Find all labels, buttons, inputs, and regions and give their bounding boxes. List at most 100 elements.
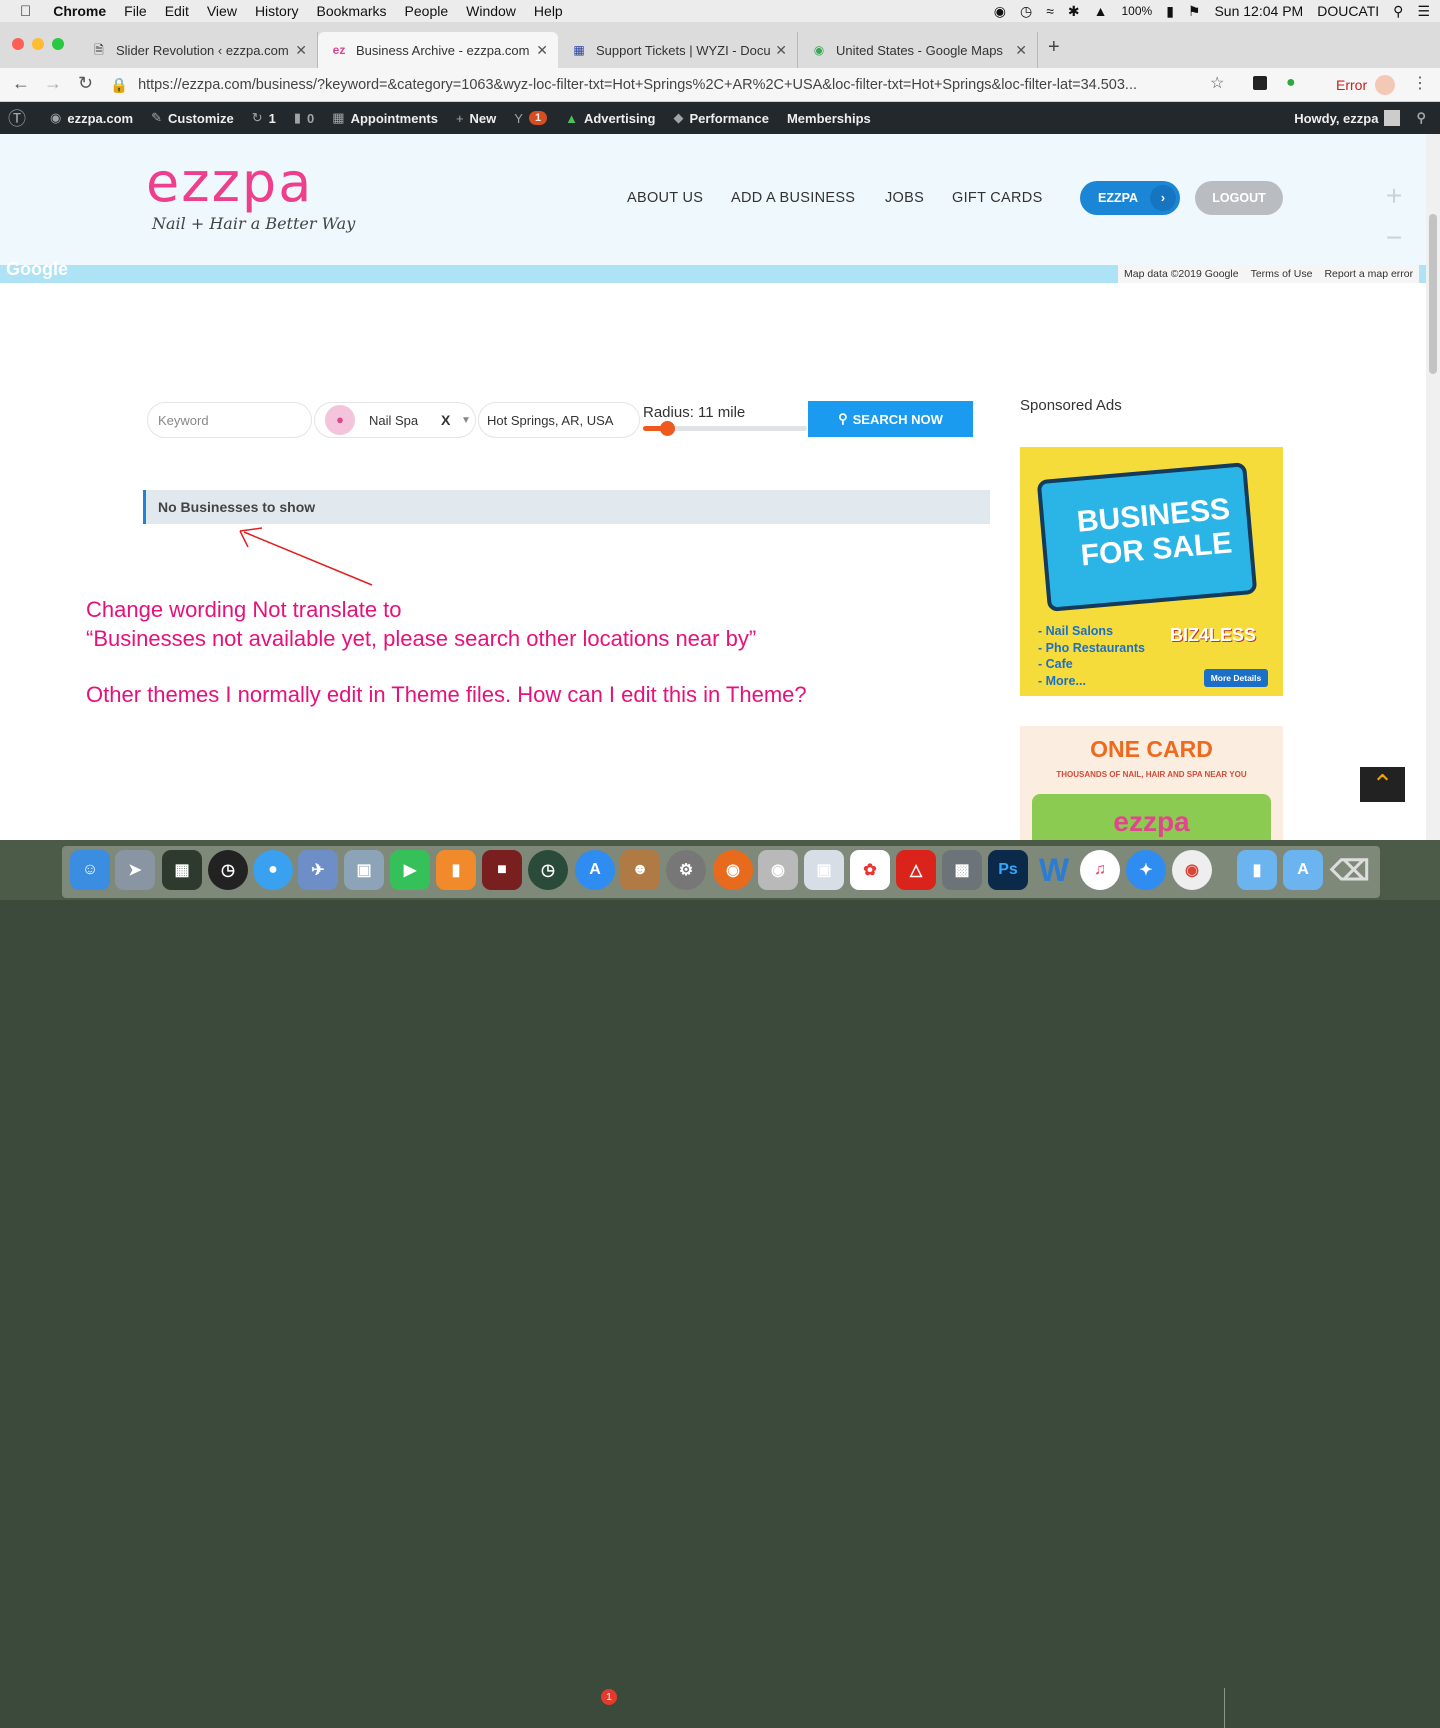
map-zoom-in-button[interactable]: + (1376, 180, 1412, 216)
time-machine-icon[interactable]: ◷ (1020, 3, 1032, 20)
map-zoom-out-button[interactable]: − (1376, 222, 1412, 258)
trash-icon[interactable]: ⌫ (1330, 850, 1370, 890)
tab-slider-revolution[interactable]: 🗎 Slider Revolution ‹ ezzpa.com ✕ (78, 32, 318, 68)
photoshop-icon[interactable]: Ps (988, 850, 1028, 890)
wp-comments-link[interactable]: ▮ 0 (294, 110, 314, 126)
wp-customize-link[interactable]: ✎ Customize (151, 110, 234, 126)
keychain-icon[interactable]: ◉ (758, 850, 798, 890)
terms-link[interactable]: Terms of Use (1251, 268, 1313, 280)
radius-slider-handle[interactable] (660, 421, 675, 436)
forward-icon[interactable]: → (44, 73, 62, 94)
close-icon[interactable]: ✕ (295, 42, 307, 59)
wp-advertising-link[interactable]: ▲ Advertising (565, 111, 655, 126)
wp-new-link[interactable]: + New (456, 111, 496, 126)
logout-button[interactable]: LOGOUT (1195, 181, 1283, 215)
tab-google-maps[interactable]: ◉ United States - Google Maps ✕ (798, 32, 1038, 68)
notification-center-icon[interactable]: ☰ (1417, 3, 1430, 20)
report-map-error-link[interactable]: Report a map error (1324, 268, 1413, 280)
page-scrollbar[interactable] (1426, 134, 1440, 840)
battery-icon[interactable]: ▮ (1166, 3, 1174, 20)
reload-icon[interactable]: ↻ (78, 73, 93, 94)
menu-app-name[interactable]: Chrome (53, 3, 106, 19)
word-icon[interactable]: W (1034, 850, 1074, 890)
preview-icon[interactable]: ✈ (298, 850, 338, 890)
extension-icon[interactable] (1253, 76, 1267, 90)
image-capture-icon[interactable]: ▣ (344, 850, 384, 890)
zoom-window-button[interactable] (52, 38, 64, 50)
bluetooth-icon[interactable]: ✱ (1068, 3, 1080, 20)
battery-percent[interactable]: 100% (1121, 4, 1152, 18)
apple-icon[interactable]:  (20, 3, 31, 20)
nav-about-us[interactable]: ABOUT US (627, 190, 703, 206)
wp-account-link[interactable]: Howdy, ezzpa ⚲ (1294, 110, 1426, 126)
clear-category-icon[interactable]: X (441, 412, 450, 428)
finder-icon[interactable]: ☺ (70, 850, 110, 890)
profile-error-button[interactable]: Error (1328, 73, 1403, 97)
new-tab-button[interactable]: + (1048, 36, 1060, 59)
wp-site-link[interactable]: ◉ ezzpa.com (50, 110, 133, 126)
wordpress-logo-icon[interactable]: Ⓣ (8, 105, 32, 131)
chrome-icon[interactable]: ◉ (1172, 850, 1212, 890)
menu-help[interactable]: Help (534, 3, 563, 19)
menu-history[interactable]: History (255, 3, 299, 19)
user-name[interactable]: DOUCATI (1317, 3, 1379, 19)
wp-updates-link[interactable]: ↻ 1 (252, 110, 276, 126)
scrollbar-thumb[interactable] (1429, 214, 1437, 374)
menu-view[interactable]: View (207, 3, 237, 19)
activity-monitor-icon[interactable]: ▦ (162, 850, 202, 890)
close-window-button[interactable] (12, 38, 24, 50)
nav-jobs[interactable]: JOBS (885, 190, 924, 206)
wifi-icon[interactable]: ≈ (1046, 3, 1054, 19)
minimize-window-button[interactable] (32, 38, 44, 50)
applications-folder-icon[interactable]: A (1283, 850, 1323, 890)
preview-app-icon[interactable]: ▣ (804, 850, 844, 890)
app-store-icon[interactable]: A (575, 850, 615, 890)
contacts-icon[interactable]: ☻ (620, 850, 660, 890)
site-logo[interactable]: ezzpa (146, 156, 313, 210)
spotlight-icon[interactable]: ⚲ (1393, 3, 1403, 20)
clock[interactable]: Sun 12:04 PM (1214, 3, 1303, 19)
radius-slider[interactable] (643, 421, 807, 436)
time-machine-icon[interactable]: ◷ (528, 850, 568, 890)
launchpad-icon[interactable]: ➤ (115, 850, 155, 890)
search-icon[interactable]: ⚲ (1416, 110, 1426, 126)
ibooks-icon[interactable]: ▮ (436, 850, 476, 890)
photos-icon[interactable]: ✿ (850, 850, 890, 890)
menu-file[interactable]: File (124, 3, 147, 19)
address-bar[interactable]: 🔒 https://ezzpa.com/business/?keyword=&c… (110, 71, 1240, 99)
one-card-ad[interactable]: ONE CARD THOUSANDS OF NAIL, HAIR AND SPA… (1020, 726, 1283, 840)
business-for-sale-ad[interactable]: BUSINESS FOR SALE - Nail Salons - Pho Re… (1020, 447, 1283, 696)
chevron-down-icon[interactable]: ▼ (461, 415, 471, 426)
search-now-button[interactable]: ⚲ SEARCH NOW (808, 401, 973, 437)
back-icon[interactable]: ← (12, 73, 30, 94)
close-icon[interactable]: ✕ (775, 42, 787, 59)
keyword-input[interactable]: Keyword (147, 402, 312, 438)
nav-gift-cards[interactable]: GIFT CARDS (952, 190, 1043, 206)
wp-appointments-link[interactable]: ▦ Appointments (332, 110, 438, 126)
firefox-icon[interactable]: ◉ (713, 850, 753, 890)
documents-folder-icon[interactable]: ▮ (1237, 850, 1277, 890)
back-to-top-button[interactable]: ⌃ (1360, 767, 1405, 802)
safari-icon[interactable]: ✦ (1126, 850, 1166, 890)
tab-support-tickets[interactable]: ▦ Support Tickets | WYZI - Docu ✕ (558, 32, 798, 68)
map-pin-extension-icon[interactable]: ● (1286, 74, 1296, 92)
system-preferences-icon[interactable]: ⚙ (666, 850, 706, 890)
bookmark-star-icon[interactable]: ☆ (1210, 73, 1224, 93)
ad-more-details-button[interactable]: More Details (1204, 669, 1268, 687)
creative-cloud-icon[interactable]: ◉ (994, 3, 1006, 20)
menu-people[interactable]: People (405, 3, 449, 19)
tab-business-archive[interactable]: ez Business Archive - ezzpa.com ✕ (318, 32, 558, 68)
acrobat-icon[interactable]: △ (896, 850, 936, 890)
volume-icon[interactable]: ▲ (1094, 3, 1108, 19)
itunes-icon[interactable]: ♫ (1080, 850, 1120, 890)
menu-window[interactable]: Window (466, 3, 516, 19)
close-icon[interactable]: ✕ (536, 42, 548, 59)
menu-bookmarks[interactable]: Bookmarks (317, 3, 387, 19)
close-icon[interactable]: ✕ (1015, 42, 1027, 59)
wp-performance-link[interactable]: ◆ Performance (673, 110, 768, 126)
wp-yoast-link[interactable]: Y1 (514, 111, 548, 126)
menu-edit[interactable]: Edit (165, 3, 189, 19)
scanner-icon[interactable]: ▩ (942, 850, 982, 890)
location-input[interactable]: Hot Springs, AR, USA (478, 402, 640, 438)
ezzpa-menu-button[interactable]: EZZPA › (1080, 181, 1180, 215)
